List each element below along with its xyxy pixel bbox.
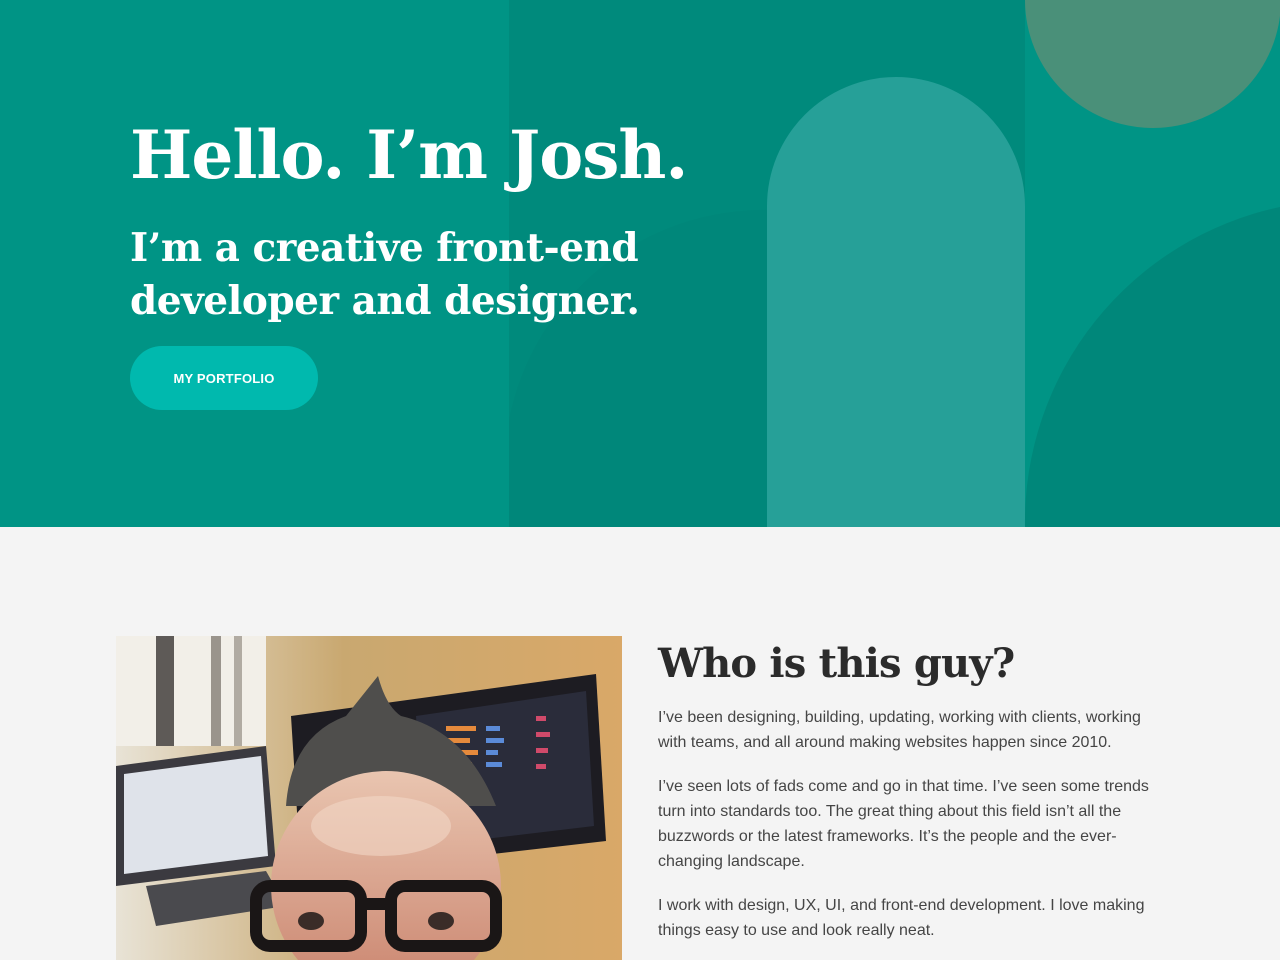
hero-content: Hello. I’m Josh. I’m a creative front-en… [130,110,830,328]
portrait-illustration [116,636,622,960]
about-paragraph-2: I’ve seen lots of fads come and go in th… [658,778,1149,870]
hero-title: Hello. I’m Josh. [130,116,688,194]
hero-subtitle: I’m a creative front-end developer and d… [130,225,640,324]
hero-section: Hello. I’m Josh. I’m a creative front-en… [0,0,1280,527]
about-heading: Who is this guy? [658,640,1015,687]
about-text: Who is this guy? I’ve been designing, bu… [658,636,1158,943]
portrait-photo [116,636,622,960]
portfolio-button-label: MY PORTFOLIO [173,370,275,386]
portfolio-button[interactable]: MY PORTFOLIO [130,346,318,410]
about-paragraph-1: I’ve been designing, building, updating,… [658,709,1141,751]
about-paragraph-3: I work with design, UX, UI, and front-en… [658,897,1145,939]
